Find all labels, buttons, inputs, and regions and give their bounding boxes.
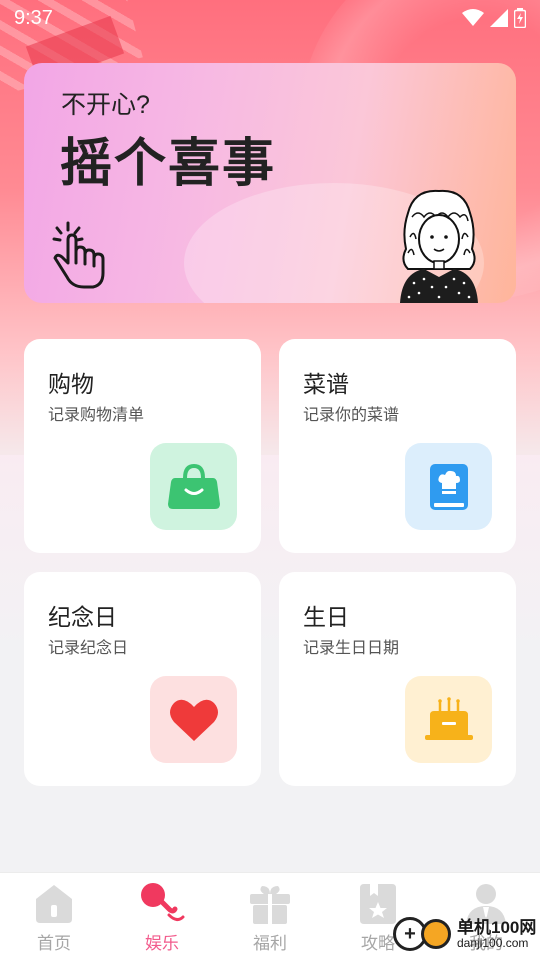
birthday-card[interactable]: 生日 记录生日日期	[279, 572, 516, 786]
card-icon-container	[405, 443, 492, 530]
gift-icon	[250, 886, 290, 924]
nav-item-entertainment[interactable]: 娱乐	[108, 873, 216, 954]
birthday-cake-icon	[424, 696, 473, 740]
card-description: 记录购物清单	[48, 407, 145, 424]
home-icon	[36, 885, 72, 923]
site-name: 单机100网	[457, 917, 537, 937]
shopping-bag-icon	[167, 463, 220, 509]
card-description: 记录你的菜谱	[303, 407, 400, 424]
heart-icon	[169, 699, 218, 741]
nav-label: 首页	[37, 934, 71, 953]
card-icon-container	[405, 676, 492, 763]
card-icon-container	[150, 443, 237, 530]
card-title: 购物	[48, 371, 94, 397]
battery-icon	[514, 8, 526, 28]
tap-hand-icon	[52, 221, 105, 289]
status-time: 9:37	[14, 6, 53, 29]
wifi-icon	[462, 9, 484, 26]
anniversary-card[interactable]: 纪念日 记录纪念日	[24, 572, 261, 786]
site-watermark-logo: + 单机100网 danji100.com	[393, 914, 536, 954]
card-icon-container	[150, 676, 237, 763]
nav-item-home[interactable]: 首页	[0, 873, 108, 954]
microphone-icon	[141, 883, 185, 922]
nav-label: 福利	[253, 934, 287, 953]
site-url: danji100.com	[457, 935, 529, 950]
cellular-signal-icon	[490, 9, 508, 27]
status-bar: 9:37	[0, 0, 540, 36]
shake-banner[interactable]: 不开心? 摇个喜事	[24, 63, 516, 303]
nav-label: 娱乐	[145, 934, 179, 953]
nav-item-benefits[interactable]: 福利	[216, 873, 324, 954]
card-title: 纪念日	[48, 604, 117, 630]
recipe-book-icon	[429, 463, 468, 510]
banner-title: 摇个喜事	[60, 135, 277, 193]
nav-icon-container	[247, 881, 293, 927]
orange-circle-icon	[421, 919, 451, 949]
shopping-card[interactable]: 购物 记录购物清单	[24, 339, 261, 553]
banner-subtitle: 不开心?	[61, 91, 150, 119]
card-description: 记录生日日期	[303, 640, 400, 657]
nav-label: 攻略	[361, 934, 395, 953]
card-title: 生日	[303, 604, 349, 630]
card-description: 记录纪念日	[48, 640, 129, 657]
nav-icon-container	[31, 881, 77, 927]
recipe-card[interactable]: 菜谱 记录你的菜谱	[279, 339, 516, 553]
card-title: 菜谱	[303, 371, 349, 397]
site-watermark-text: 单机100网 danji100.com	[457, 917, 537, 950]
girl-illustration	[400, 189, 478, 303]
nav-icon-container	[139, 881, 185, 927]
status-icons	[462, 8, 526, 28]
